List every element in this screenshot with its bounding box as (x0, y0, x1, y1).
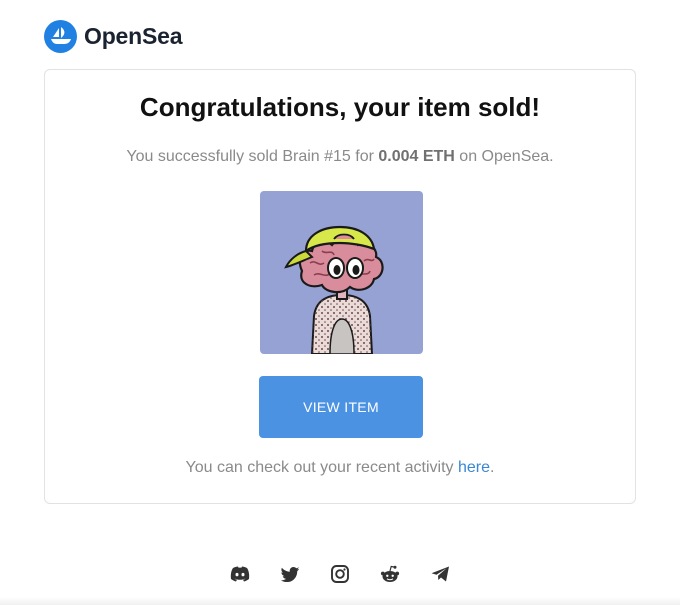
sale-price: 0.004 ETH (378, 148, 455, 165)
page-title: Congratulations, your item sold! (139, 92, 541, 122)
instagram-icon[interactable] (328, 562, 352, 586)
twitter-icon[interactable] (278, 562, 302, 586)
telegram-icon[interactable] (428, 562, 452, 586)
opensea-logo-icon[interactable] (44, 19, 77, 53)
social-links (0, 562, 680, 586)
activity-note-prefix: You can check out your recent activity (185, 459, 458, 476)
header: OpenSea (44, 19, 183, 53)
brain-character-illustration (284, 225, 384, 354)
sale-message-prefix: You successfully sold Brain #15 for (126, 148, 379, 165)
sale-message-suffix: on OpenSea. (454, 148, 554, 165)
sale-notification-card: Congratulations, your item sold! You suc… (44, 69, 636, 504)
nft-image[interactable] (260, 191, 423, 354)
activity-note-suffix: . (490, 459, 495, 476)
brand-name[interactable]: OpenSea (84, 23, 183, 50)
reddit-icon[interactable] (378, 562, 402, 586)
page-bottom-edge (0, 597, 680, 605)
activity-note: You can check out your recent activity h… (45, 459, 635, 477)
activity-here-link[interactable]: here (458, 459, 490, 476)
discord-icon[interactable] (228, 562, 252, 586)
view-item-button[interactable]: VIEW ITEM (259, 376, 423, 438)
sale-message: You successfully sold Brain #15 for 0.00… (45, 148, 635, 166)
